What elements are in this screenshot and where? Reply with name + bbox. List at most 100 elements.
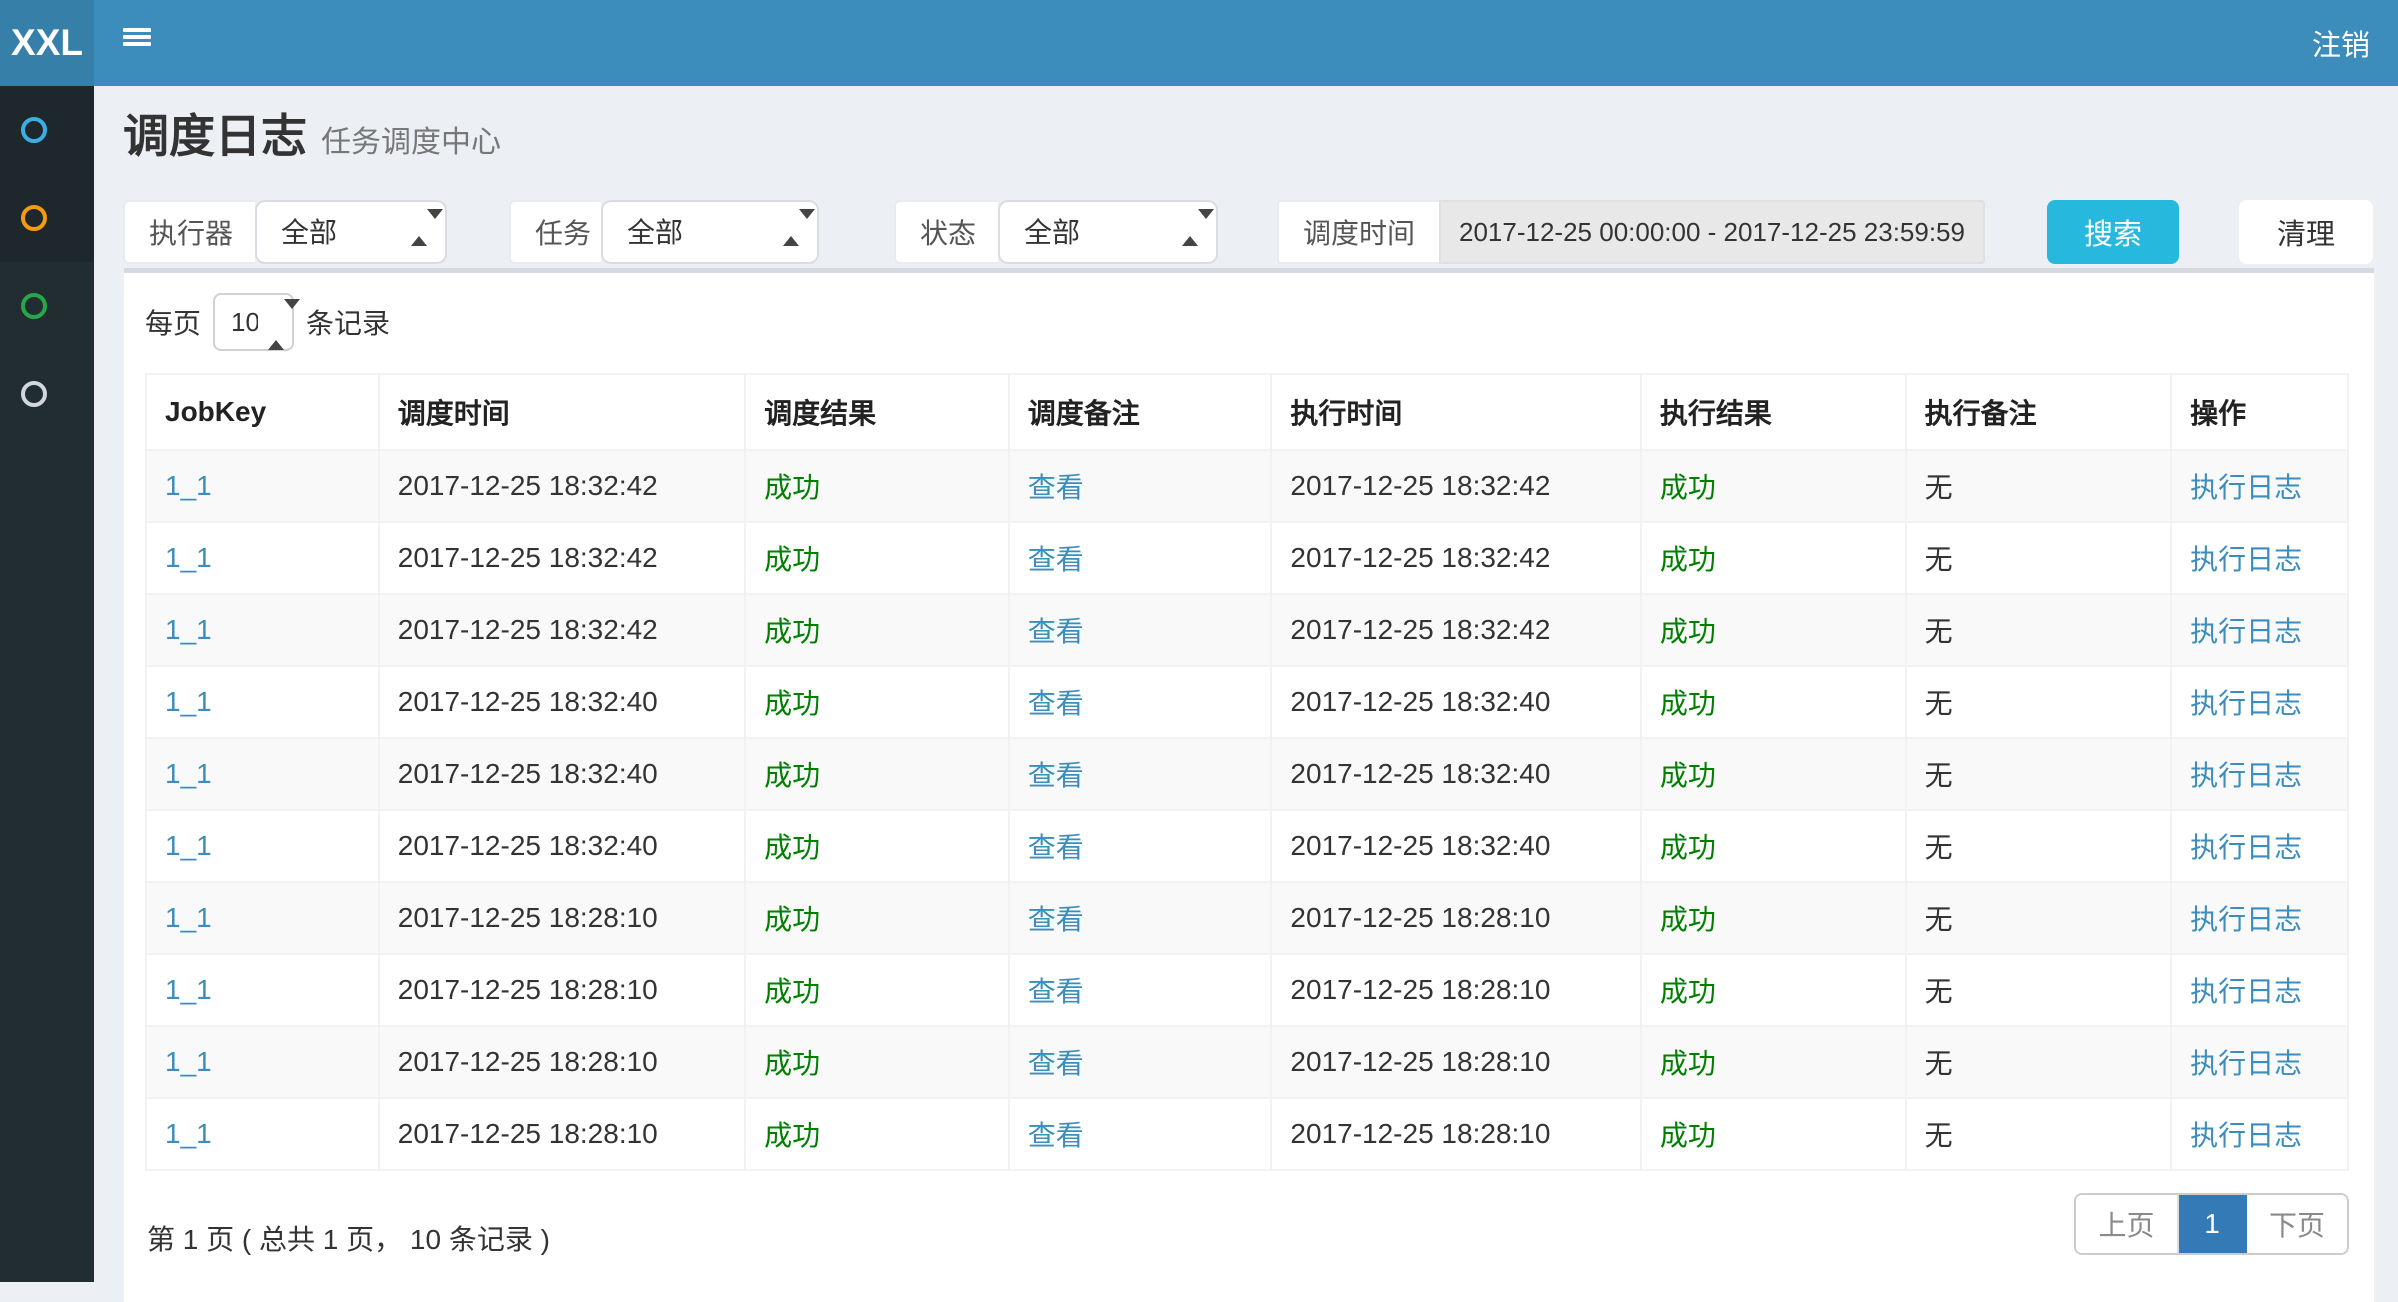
handle-result-cell: 成功 [1660,616,1716,647]
trigger-time-cell: 2017-12-25 18:28:10 [398,902,658,933]
trigger-msg-link[interactable]: 查看 [1028,760,1084,791]
search-button[interactable]: 搜索 [2047,200,2179,264]
trigger-msg-link[interactable]: 查看 [1028,544,1084,575]
table-row: 1_12017-12-25 18:32:40成功查看2017-12-25 18:… [146,738,2348,810]
job-key-link[interactable]: 1_1 [165,830,212,861]
column-header-handle-msg: 执行备注 [1906,374,2172,450]
handle-result-cell: 成功 [1660,1048,1716,1079]
table-row: 1_12017-12-25 18:32:40成功查看2017-12-25 18:… [146,666,2348,738]
execution-log-link[interactable]: 执行日志 [2190,976,2302,1007]
executor-filter-group: 执行器 全部 [123,200,447,264]
top-navbar: XXL 注销 [0,0,2398,86]
sidebar-item-job-log[interactable] [0,262,94,350]
executor-select[interactable]: 全部 [255,200,447,264]
job-key-link[interactable]: 1_1 [165,974,212,1005]
trigger-time-range-input[interactable] [1439,200,1985,264]
trigger-msg-link[interactable]: 查看 [1028,904,1084,935]
job-key-link[interactable]: 1_1 [165,686,212,717]
table-row: 1_1 2017-12-25 18:28:10 成功 查看 2017-12-25 18:… [146,954,2348,1026]
job-key-link[interactable]: 1_1 [165,542,212,573]
sidebar-item-job-manage[interactable] [0,174,94,262]
trigger-result-cell: 成功 [764,760,820,791]
trigger-result-cell: 成功 [764,1048,820,1079]
handle-msg-cell: 无 [1925,472,1953,503]
prev-page-button[interactable]: 上页 [2076,1195,2179,1253]
handle-time-cell: 2017-12-25 18:28:10 [1290,1118,1550,1149]
table-header-row: JobKey 调度时间 调度结果 调度备注 执行时间 执行结果 执行备注 操作 [146,374,2348,450]
job-key-link[interactable]: 1_1 [165,470,212,501]
handle-time-cell: 2017-12-25 18:28:10 [1290,974,1550,1005]
handle-result-cell: 成功 [1660,544,1716,575]
handle-result-cell: 成功 [1660,472,1716,503]
trigger-msg-link[interactable]: 查看 [1028,1120,1084,1151]
trigger-result-cell: 成功 [764,1120,820,1151]
trigger-result-cell: 成功 [764,976,820,1007]
status-filter-label: 状态 [894,200,998,264]
trigger-time-cell: 2017-12-25 18:32:42 [398,614,658,645]
page-subtitle: 任务调度中心 [321,126,501,159]
next-page-button[interactable]: 下页 [2247,1195,2347,1253]
trigger-result-cell: 成功 [764,832,820,863]
job-key-link[interactable]: 1_1 [165,1046,212,1077]
execution-log-link[interactable]: 执行日志 [2190,688,2302,719]
handle-time-cell: 2017-12-25 18:32:42 [1290,542,1550,573]
execution-log-link[interactable]: 执行日志 [2190,1120,2302,1151]
job-key-link[interactable]: 1_1 [165,614,212,645]
execution-log-link[interactable]: 执行日志 [2190,760,2302,791]
trigger-msg-link[interactable]: 查看 [1028,616,1084,647]
handle-time-cell: 2017-12-25 18:28:10 [1290,1046,1550,1077]
execution-log-link[interactable]: 执行日志 [2190,616,2302,647]
column-header-jobkey: JobKey [146,374,379,450]
sidebar-item-executor-manage[interactable] [0,350,94,438]
trigger-result-cell: 成功 [764,904,820,935]
handle-msg-cell: 无 [1925,616,1953,647]
current-page-button[interactable]: 1 [2179,1195,2247,1253]
handle-result-cell: 成功 [1660,976,1716,1007]
handle-time-cell: 2017-12-25 18:32:40 [1290,758,1550,789]
app-logo[interactable]: XXL [0,0,94,86]
sidebar-toggle-button[interactable] [123,28,151,46]
page-length-select[interactable]: 10 [213,293,294,351]
trigger-msg-link[interactable]: 查看 [1028,472,1084,503]
trigger-time-cell: 2017-12-25 18:28:10 [398,974,658,1005]
execution-log-link[interactable]: 执行日志 [2190,904,2302,935]
trigger-msg-link[interactable]: 查看 [1028,832,1084,863]
sidebar-item-dashboard[interactable] [0,86,94,174]
table-row: 1_12017-12-25 18:28:10成功查看2017-12-25 18:… [146,1026,2348,1098]
circle-icon [21,293,47,319]
filter-toolbar: 执行器 全部 任务 全部 状态 全部 [123,200,2374,264]
logout-link[interactable]: 注销 [2284,0,2398,86]
job-select[interactable]: 全部 [601,200,819,264]
status-filter-group: 状态 全部 [894,200,1218,264]
job-key-link[interactable]: 1_1 [165,758,212,789]
handle-result-cell: 成功 [1660,904,1716,935]
log-panel: 每页 10 条记录 JobKey 调度时间 调度结果 调度备注 执行 [124,268,2374,1302]
column-header-trigger-msg: 调度备注 [1009,374,1272,450]
trigger-time-filter-group: 调度时间 [1277,200,1985,264]
page-title: 调度日志 [123,110,307,162]
status-select[interactable]: 全部 [998,200,1218,264]
table-row: 1_12017-12-25 18:28:10成功查看2017-12-25 18:… [146,882,2348,954]
handle-msg-cell: 无 [1925,1048,1953,1079]
trigger-msg-link[interactable]: 查看 [1028,688,1084,719]
execution-log-link[interactable]: 执行日志 [2190,1048,2302,1079]
trigger-result-cell: 成功 [764,544,820,575]
log-table: JobKey 调度时间 调度结果 调度备注 执行时间 执行结果 执行备注 操作 … [145,373,2349,1171]
job-key-link[interactable]: 1_1 [165,1118,212,1149]
handle-msg-cell: 无 [1925,688,1953,719]
execution-log-link[interactable]: 执行日志 [2190,472,2302,503]
trigger-time-filter-label: 调度时间 [1277,200,1439,264]
execution-log-link[interactable]: 执行日志 [2190,832,2302,863]
log-table-body: 1_12017-12-25 18:32:42成功查看2017-12-25 18:… [146,450,2348,1170]
job-filter-label: 任务 [509,200,601,264]
handle-msg-cell: 无 [1925,544,1953,575]
handle-msg-cell: 无 [1925,760,1953,791]
trigger-msg-link[interactable]: 查看 [1028,976,1084,1007]
clear-log-button[interactable]: 清理 [2239,200,2373,264]
handle-result-cell: 成功 [1660,1120,1716,1151]
execution-log-link[interactable]: 执行日志 [2190,544,2302,575]
executor-filter-label: 执行器 [123,200,255,264]
job-key-link[interactable]: 1_1 [165,902,212,933]
trigger-msg-link[interactable]: 查看 [1028,1048,1084,1079]
circle-icon [21,381,47,407]
